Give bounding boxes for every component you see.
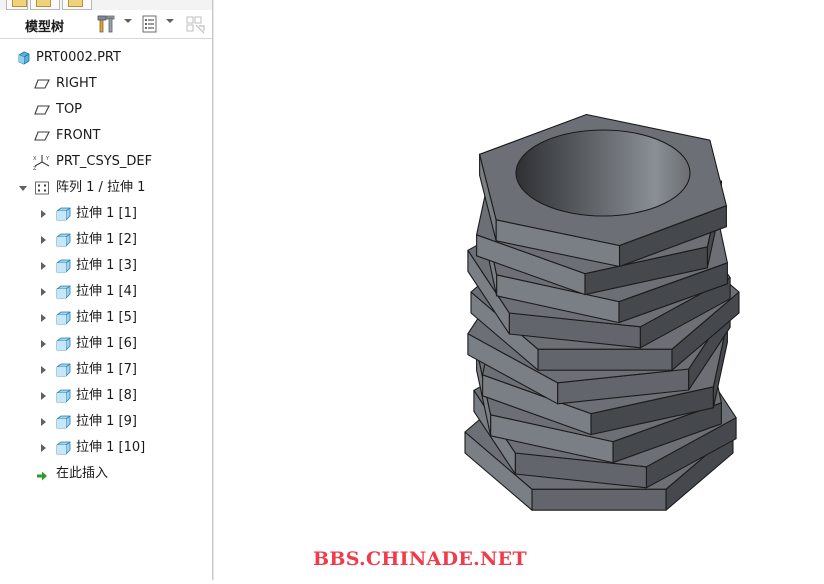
tree-item-label: 拉伸 1 [6] [76,336,137,351]
folder-icon [68,0,83,7]
tree-item-csys[interactable]: X Y Z PRT_CSYS_DEF [0,151,210,173]
tree-item-label: 拉伸 1 [3] [76,258,137,273]
tree-item-extrude[interactable]: 拉伸 1 [7] [0,359,210,381]
tree-item-label: PRT0002.PRT [36,50,121,65]
tab-favorites[interactable] [62,0,92,10]
extrude-icon [55,441,71,455]
tree-item-label: FRONT [56,128,101,143]
tab-folder-browser[interactable] [30,0,60,10]
expand-arrow-icon[interactable] [41,392,46,400]
tab-model-tree[interactable] [6,0,28,10]
insert-arrow-icon [36,468,48,481]
tree-item-label: 拉伸 1 [9] [76,414,137,429]
tree-item-label: RIGHT [56,76,97,91]
slab-side-face[interactable] [537,348,673,371]
columns-icon[interactable] [185,14,207,34]
extrude-icon [55,415,71,429]
tree-item-extrude[interactable]: 拉伸 1 [5] [0,307,210,329]
extrude-icon [55,233,71,247]
csys-icon: X Y Z [33,153,51,172]
tree-item-extrude[interactable]: 拉伸 1 [9] [0,411,210,433]
tree-item-extrude[interactable]: 拉伸 1 [3] [0,255,210,277]
folder-icon [12,0,27,7]
tree-item-label: 拉伸 1 [5] [76,310,137,325]
expand-arrow-icon[interactable] [41,262,46,270]
tree-item-extrude[interactable]: 拉伸 1 [1] [0,203,210,225]
model-3d-view[interactable] [213,0,824,580]
datum-plane-icon [34,77,50,91]
tree-item-extrude[interactable]: 拉伸 1 [2] [0,229,210,251]
extrude-icon [55,285,71,299]
expand-arrow-icon[interactable] [41,444,46,452]
tree-item-extrude[interactable]: 拉伸 1 [4] [0,281,210,303]
slab-side-face[interactable] [531,488,667,511]
tree-item-label: 拉伸 1 [1] [76,206,137,221]
tree-item-root[interactable]: PRT0002.PRT [0,47,210,69]
pattern-icon [34,181,50,195]
circular-pocket[interactable] [515,129,691,217]
tree-filter-icon[interactable] [141,14,159,34]
expand-arrow-icon[interactable] [41,288,46,296]
datum-plane-icon [34,129,50,143]
tree-item-label: 拉伸 1 [7] [76,362,137,377]
expand-arrow-icon[interactable] [41,236,46,244]
model-tree-panel: 模型树 PRT0002.PRT RIGHT TOP FRONT X Y Z PR… [0,0,213,580]
tree-item-right[interactable]: RIGHT [0,73,210,95]
tree-item-extrude[interactable]: 拉伸 1 [10] [0,437,210,459]
datum-plane-icon [34,103,50,117]
expand-arrow-icon[interactable] [41,366,46,374]
svg-text:Z: Z [33,166,37,171]
chevron-down-icon[interactable] [124,19,132,23]
svg-text:Y: Y [45,156,50,162]
folder-icon [36,0,51,7]
tree-item-label: 拉伸 1 [8] [76,388,137,403]
expand-arrow-icon[interactable] [41,340,46,348]
tree-item-label: TOP [56,102,83,117]
expand-arrow-icon[interactable] [41,314,46,322]
tree-item-extrude[interactable]: 拉伸 1 [6] [0,333,210,355]
tree-item-label: 拉伸 1 [2] [76,232,137,247]
expand-arrow-icon[interactable] [41,210,46,218]
tree-item-label: 拉伸 1 [4] [76,284,137,299]
tree-item-extrude[interactable]: 拉伸 1 [8] [0,385,210,407]
chevron-down-icon[interactable] [166,19,174,23]
extrude-icon [55,311,71,325]
extrude-icon [55,259,71,273]
tree-item-front[interactable]: FRONT [0,125,210,147]
extrude-icon [55,337,71,351]
collapse-arrow-icon[interactable] [19,186,27,191]
tree-item-label: 阵列 1 / 拉伸 1 [56,180,146,195]
tree-item-top[interactable]: TOP [0,99,210,121]
extrude-icon [55,389,71,403]
graphics-window[interactable] [213,0,824,580]
tree-item-pattern[interactable]: 阵列 1 / 拉伸 1 [0,177,210,199]
extrude-icon [55,207,71,221]
extrude-icon [55,363,71,377]
tools-icon[interactable] [97,14,117,34]
svg-text:X: X [33,156,37,162]
tree-item-label: PRT_CSYS_DEF [56,154,153,169]
tree-item-label: 拉伸 1 [10] [76,440,146,455]
panel-title: 模型树 [25,20,65,35]
watermark: BBS.CHINADE.NET [313,548,527,570]
model-tree-toolbar: 模型树 [0,10,212,39]
part-icon [16,51,32,65]
insert-here-marker[interactable]: 在此插入 [0,463,210,485]
tree-item-label: 在此插入 [56,466,109,481]
expand-arrow-icon[interactable] [41,418,46,426]
